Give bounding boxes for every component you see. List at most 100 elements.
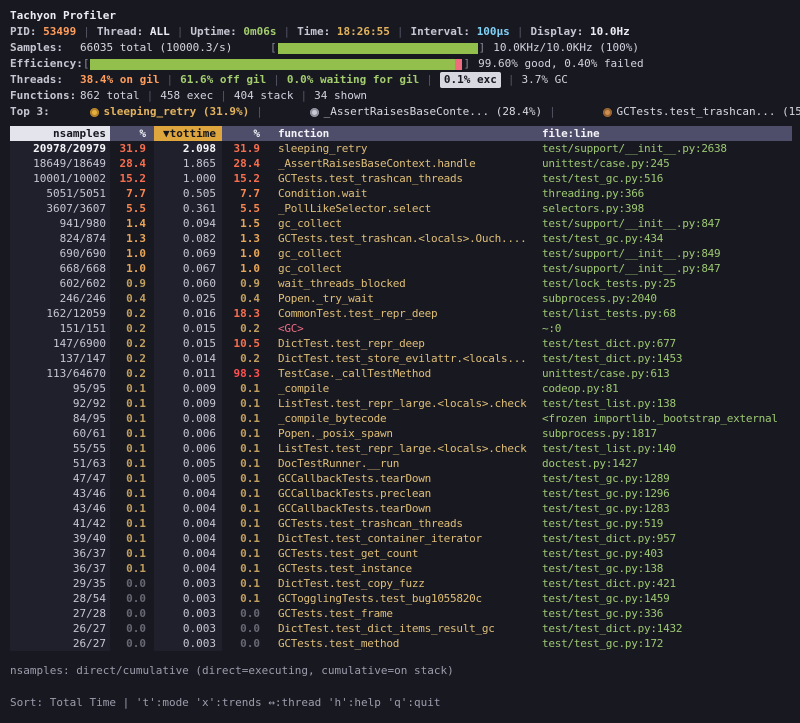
efficiency-label: Efficiency: xyxy=(10,56,83,72)
cell-direct-pct: 1.4 xyxy=(110,216,154,231)
table-row[interactable]: 113/64670 0.2 0.011 98.3 TestCase._callT… xyxy=(10,366,792,381)
cell-cumulative-pct: 0.1 xyxy=(222,441,268,456)
table-row[interactable]: 26/27 0.0 0.003 0.0 GCTests.test_method … xyxy=(10,636,792,651)
cell-file-line: test/test_gc.py:336 xyxy=(542,606,792,621)
table-row[interactable]: 84/95 0.1 0.008 0.1 _compile_bytecode <f… xyxy=(10,411,792,426)
column-header-file-line[interactable]: file:line xyxy=(542,126,792,141)
cell-tottime: 0.009 xyxy=(154,381,222,396)
cell-cumulative-pct: 1.3 xyxy=(222,231,268,246)
cell-nsamples: 29/35 xyxy=(10,576,110,591)
table-row[interactable]: 668/668 1.0 0.067 1.0 gc_collect test/su… xyxy=(10,261,792,276)
top3-line: Top 3: sleeping_retry (31.9%) | _AssertR… xyxy=(10,104,792,120)
table-row[interactable]: 41/42 0.1 0.004 0.1 GCTests.test_trashca… xyxy=(10,516,792,531)
threads-on-gil: 38.4% on gil xyxy=(80,72,159,88)
table-row[interactable]: 690/690 1.0 0.069 1.0 gc_collect test/su… xyxy=(10,246,792,261)
table-row[interactable]: 36/37 0.1 0.004 0.1 GCTests.test_instanc… xyxy=(10,561,792,576)
column-header-nsamples[interactable]: nsamples xyxy=(10,126,110,141)
interval-value: 100μs xyxy=(477,24,510,40)
cell-cumulative-pct: 18.3 xyxy=(222,306,268,321)
cell-tottime: 0.094 xyxy=(154,216,222,231)
table-row[interactable]: 824/874 1.3 0.082 1.3 GCTests.test_trash… xyxy=(10,231,792,246)
table-row[interactable]: 151/151 0.2 0.015 0.2 <GC> ~:0 xyxy=(10,321,792,336)
cell-nsamples: 137/147 xyxy=(10,351,110,366)
cell-function: GCTests.test_method xyxy=(268,636,542,651)
cell-cumulative-pct: 7.7 xyxy=(222,186,268,201)
table-row[interactable]: 20978/20979 31.9 2.098 31.9 sleeping_ret… xyxy=(10,141,792,156)
table-row[interactable]: 55/55 0.1 0.006 0.1 ListTest.test_repr_l… xyxy=(10,441,792,456)
cell-cumulative-pct: 15.2 xyxy=(222,171,268,186)
table-row[interactable]: 5051/5051 7.7 0.505 7.7 Condition.wait t… xyxy=(10,186,792,201)
column-header-cumulative-pct[interactable]: % xyxy=(222,126,268,141)
cell-direct-pct: 0.1 xyxy=(110,441,154,456)
table-row[interactable]: 137/147 0.2 0.014 0.2 DictTest.test_stor… xyxy=(10,351,792,366)
table-row[interactable]: 29/35 0.0 0.003 0.1 DictTest.test_copy_f… xyxy=(10,576,792,591)
separator: | xyxy=(170,24,191,40)
cell-direct-pct: 0.1 xyxy=(110,561,154,576)
column-header-function[interactable]: function xyxy=(268,126,542,141)
table-row[interactable]: 51/63 0.1 0.005 0.1 DocTestRunner.__run … xyxy=(10,456,792,471)
cell-direct-pct: 7.7 xyxy=(110,186,154,201)
table-row[interactable]: 18649/18649 28.4 1.865 28.4 _AssertRaise… xyxy=(10,156,792,171)
cell-tottime: 0.361 xyxy=(154,201,222,216)
cell-file-line: unittest/case.py:613 xyxy=(542,366,792,381)
table-row[interactable]: 47/47 0.1 0.005 0.1 GCCallbackTests.tear… xyxy=(10,471,792,486)
cell-direct-pct: 0.1 xyxy=(110,516,154,531)
cell-cumulative-pct: 0.1 xyxy=(222,456,268,471)
table-row[interactable]: 60/61 0.1 0.006 0.1 Popen._posix_spawn s… xyxy=(10,426,792,441)
table-row[interactable]: 43/46 0.1 0.004 0.1 GCCallbackTests.prec… xyxy=(10,486,792,501)
thread-value[interactable]: ALL xyxy=(150,24,170,40)
threads-waiting: 0.0% waiting for gil xyxy=(287,72,419,88)
cell-nsamples: 162/12059 xyxy=(10,306,110,321)
bracket-close: ] xyxy=(479,40,486,56)
samples-line: Samples: 66035 total (10000.3/s) [ ] 10.… xyxy=(10,40,792,56)
table-row[interactable]: 39/40 0.1 0.004 0.1 DictTest.test_contai… xyxy=(10,531,792,546)
cell-nsamples: 824/874 xyxy=(10,231,110,246)
cell-direct-pct: 1.3 xyxy=(110,231,154,246)
top3-function-1: sleeping_retry (31.9%) xyxy=(104,105,250,118)
table-row[interactable]: 43/46 0.1 0.004 0.1 GCCallbackTests.tear… xyxy=(10,501,792,516)
cell-cumulative-pct: 28.4 xyxy=(222,156,268,171)
table-row[interactable]: 36/37 0.1 0.004 0.1 GCTests.test_get_cou… xyxy=(10,546,792,561)
bracket-close: ] xyxy=(463,56,470,72)
cell-function: GCTests.test_trashcan_threads xyxy=(268,516,542,531)
status-line: PID: 53499 | Thread: ALL | Uptime: 0m06s… xyxy=(10,24,792,40)
table-row[interactable]: 602/602 0.9 0.060 0.9 wait_threads_block… xyxy=(10,276,792,291)
cell-function: gc_collect xyxy=(268,246,542,261)
cell-direct-pct: 0.1 xyxy=(110,426,154,441)
column-header-direct-pct[interactable]: % xyxy=(110,126,154,141)
cell-function: CommonTest.test_repr_deep xyxy=(268,306,542,321)
table-row[interactable]: 92/92 0.1 0.009 0.1 ListTest.test_repr_l… xyxy=(10,396,792,411)
cell-function: TestCase._callTestMethod xyxy=(268,366,542,381)
cell-file-line: test/test_gc.py:138 xyxy=(542,561,792,576)
table-row[interactable]: 162/12059 0.2 0.016 18.3 CommonTest.test… xyxy=(10,306,792,321)
table-row[interactable]: 246/246 0.4 0.025 0.4 Popen._try_wait su… xyxy=(10,291,792,306)
column-header-tottime-sorted[interactable]: ▼tottime xyxy=(154,126,222,141)
cell-function: ListTest.test_repr_large.<locals>.check xyxy=(268,396,542,411)
cell-direct-pct: 1.0 xyxy=(110,261,154,276)
samples-bar xyxy=(278,43,478,54)
table-row[interactable]: 941/980 1.4 0.094 1.5 gc_collect test/su… xyxy=(10,216,792,231)
cell-function: DictTest.test_container_iterator xyxy=(268,531,542,546)
cell-cumulative-pct: 0.1 xyxy=(222,546,268,561)
cell-file-line: test/test_gc.py:1289 xyxy=(542,471,792,486)
cell-direct-pct: 0.2 xyxy=(110,366,154,381)
table-row[interactable]: 95/95 0.1 0.009 0.1 _compile codeop.py:8… xyxy=(10,381,792,396)
cell-tottime: 0.008 xyxy=(154,411,222,426)
cell-cumulative-pct: 98.3 xyxy=(222,366,268,381)
table-row[interactable]: 10001/10002 15.2 1.000 15.2 GCTests.test… xyxy=(10,171,792,186)
cell-nsamples: 18649/18649 xyxy=(10,156,110,171)
cell-direct-pct: 1.0 xyxy=(110,246,154,261)
cell-tottime: 0.003 xyxy=(154,606,222,621)
cell-cumulative-pct: 31.9 xyxy=(222,141,268,156)
cell-cumulative-pct: 0.1 xyxy=(222,426,268,441)
cell-function: DictTest.test_dict_items_result_gc xyxy=(268,621,542,636)
table-row[interactable]: 28/54 0.0 0.003 0.1 GCTogglingTests.test… xyxy=(10,591,792,606)
table-row[interactable]: 147/6900 0.2 0.015 10.5 DictTest.test_re… xyxy=(10,336,792,351)
table-row[interactable]: 26/27 0.0 0.003 0.0 DictTest.test_dict_i… xyxy=(10,621,792,636)
cell-tottime: 0.009 xyxy=(154,396,222,411)
cell-cumulative-pct: 0.1 xyxy=(222,576,268,591)
table-row[interactable]: 27/28 0.0 0.003 0.0 GCTests.test_frame t… xyxy=(10,606,792,621)
table-row[interactable]: 3607/3607 5.5 0.361 5.5 _PollLikeSelecto… xyxy=(10,201,792,216)
cell-cumulative-pct: 1.0 xyxy=(222,246,268,261)
separator: | xyxy=(419,72,440,88)
